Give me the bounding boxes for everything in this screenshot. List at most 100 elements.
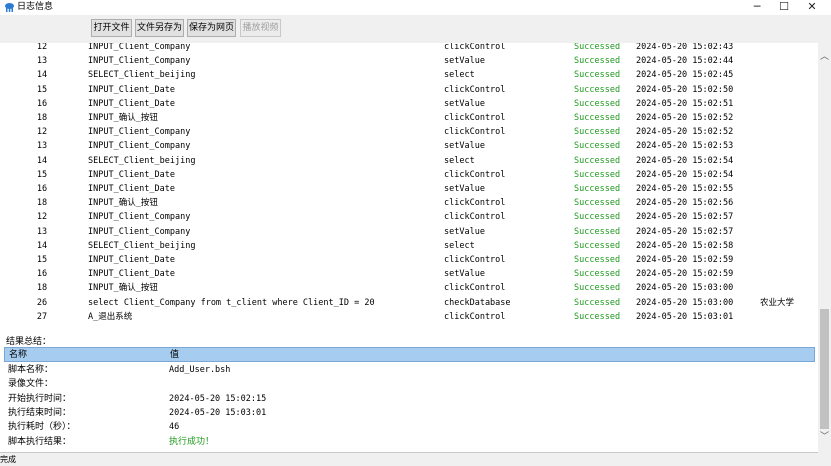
summary-row[interactable]: 脚本名称： Add_User.bsh <box>4 363 815 377</box>
log-row[interactable]: 27 A_退出系统 clickControl Successed 2024-05-20 … <box>0 310 818 324</box>
log-step-id: 13 <box>36 141 48 152</box>
summary-row[interactable]: 录像文件： <box>4 377 815 391</box>
log-action: setValue <box>444 98 485 109</box>
log-row[interactable]: 18 INPUT_确认_按钮 clickControl Successed 2024-0… <box>0 281 818 295</box>
log-action: clickControl <box>444 169 506 180</box>
log-object: INPUT_Client_Company <box>88 212 191 223</box>
log-extra: 农业大学 <box>760 297 795 308</box>
log-step-id: 14 <box>36 70 48 81</box>
log-step-id: 16 <box>36 98 48 109</box>
log-object: INPUT_确认_按钮 <box>88 283 158 294</box>
log-row[interactable]: 16 INPUT_Client_Date setValue Successed 2024… <box>0 182 818 196</box>
log-result: Successed <box>574 84 621 95</box>
log-step-id: 18 <box>36 113 48 123</box>
log-action: clickControl <box>444 311 506 322</box>
log-result: Successed <box>574 255 621 265</box>
log-time: 2024-05-20 15:02:52 <box>636 127 734 138</box>
log-row[interactable]: 14 SELECT_Client_beijing select Successed 20… <box>0 239 818 253</box>
log-action: clickControl <box>444 283 506 294</box>
log-row[interactable]: 15 INPUT_Client_Date clickControl Successed… <box>0 83 818 97</box>
log-step-id: 12 <box>36 127 48 138</box>
log-row[interactable]: 15 INPUT_Client_Date clickControl Successed… <box>0 253 818 267</box>
log-row[interactable]: 12 INPUT_Client_Company clickControl Succes… <box>0 43 818 54</box>
log-row[interactable]: 13 INPUT_Client_Company setValue Successed 2… <box>0 139 818 153</box>
log-object: INPUT_Client_Company <box>88 226 191 237</box>
log-result: Successed <box>574 155 621 166</box>
log-action: clickControl <box>444 84 506 95</box>
log-time: 2024-05-20 15:03:00 <box>636 283 734 294</box>
log-action: clickControl <box>444 43 506 52</box>
log-action: setValue <box>444 141 485 152</box>
log-row[interactable]: 16 INPUT_Client_Date setValue Successed 2024… <box>0 267 818 281</box>
log-row[interactable]: 18 INPUT_确认_按钮 clickControl Successed 2024-0… <box>0 111 818 125</box>
log-result: Successed <box>574 113 621 123</box>
scroll-down-icon[interactable]: ﹀ <box>818 431 831 443</box>
log-row[interactable]: 13 INPUT_Client_Company setValue Successed 2… <box>0 225 818 239</box>
log-row[interactable]: 16 INPUT_Client_Date setValue Successed 2024… <box>0 97 818 111</box>
log-step-id: 18 <box>36 198 48 209</box>
log-object: A_退出系统 <box>88 311 133 322</box>
log-object: SELECT_Client_beijing <box>88 70 196 81</box>
save-file-as-button[interactable]: 文件另存为 <box>135 19 184 37</box>
summary-title: 结果总结： <box>6 337 52 347</box>
log-object: INPUT_Client_Date <box>88 269 175 280</box>
log-time: 2024-05-20 15:03:01 <box>636 311 734 322</box>
log-result: Successed <box>574 141 621 152</box>
log-step-id: 16 <box>36 269 48 280</box>
log-action: setValue <box>444 269 485 280</box>
play-video-button[interactable]: 播放视频 <box>240 19 281 37</box>
log-time: 2024-05-20 15:02:52 <box>636 113 734 123</box>
log-time: 2024-05-20 15:02:50 <box>636 84 734 95</box>
log-result: Successed <box>574 311 621 322</box>
close-button[interactable]: ✕ <box>798 0 826 15</box>
scroll-up-icon[interactable]: ︿ <box>818 51 831 63</box>
summary-row[interactable]: 执行耗时（秒）： 46 <box>4 420 815 434</box>
log-step-id: 12 <box>36 43 48 52</box>
log-action: setValue <box>444 226 485 237</box>
header-name: 名称 <box>9 350 28 360</box>
log-row[interactable]: 14 SELECT_Client_beijing select Successed 20… <box>0 154 818 168</box>
summary-row[interactable]: 脚本执行结果： 执行成功！ <box>4 435 815 449</box>
summary-key: 执行耗时（秒）： <box>8 422 76 433</box>
log-action: setValue <box>444 184 485 194</box>
open-file-button[interactable]: 打开文件 <box>91 19 132 37</box>
minimize-button[interactable]: ─ <box>743 0 771 15</box>
scrollbar-thumb[interactable] <box>820 309 829 429</box>
log-result: Successed <box>574 184 621 194</box>
log-object: select Client_Company from t_client wher… <box>88 297 375 308</box>
log-time: 2024-05-20 15:02:53 <box>636 141 734 152</box>
log-row[interactable]: 12 INPUT_Client_Company clickControl Succes… <box>0 210 818 224</box>
summary-row[interactable]: 执行结束时间： 2024-05-20 15:03:01 <box>4 406 815 420</box>
log-action: setValue <box>444 56 485 67</box>
log-action: clickControl <box>444 255 506 265</box>
log-action: checkDatabase <box>444 297 511 308</box>
log-action: clickControl <box>444 127 506 138</box>
log-row[interactable]: 14 SELECT_Client_beijing select Successed 20… <box>0 68 818 82</box>
log-time: 2024-05-20 15:03:00 <box>636 297 734 308</box>
summary-row[interactable]: 开始执行时间： 2024-05-20 15:02:15 <box>4 392 815 406</box>
log-time: 2024-05-20 15:02:54 <box>636 169 734 180</box>
log-object: INPUT_Client_Company <box>88 43 191 52</box>
log-result: Successed <box>574 98 621 109</box>
log-row[interactable]: 15 INPUT_Client_Date clickControl Successed… <box>0 168 818 182</box>
log-action: clickControl <box>444 113 506 123</box>
log-row[interactable]: 26 select Client_Company from t_client wh… <box>0 296 818 310</box>
log-row[interactable]: 13 INPUT_Client_Company setValue Successed 2… <box>0 54 818 68</box>
log-object: INPUT_Client_Date <box>88 98 175 109</box>
log-object: INPUT_确认_按钮 <box>88 198 158 209</box>
log-row[interactable]: 12 INPUT_Client_Company clickControl Succes… <box>0 125 818 139</box>
maximize-button[interactable]: ☐ <box>770 0 798 15</box>
vertical-scrollbar[interactable]: ︿ ﹀ <box>818 43 831 453</box>
summary-value: 46 <box>169 422 180 433</box>
log-step-id: 26 <box>36 297 48 308</box>
log-time: 2024-05-20 15:02:59 <box>636 269 734 280</box>
log-object: SELECT_Client_beijing <box>88 240 196 251</box>
save-as-webpage-button[interactable]: 保存为网页 <box>187 19 236 37</box>
log-row[interactable]: 18 INPUT_确认_按钮 clickControl Successed 2024-0… <box>0 196 818 210</box>
log-object: INPUT_Client_Company <box>88 141 191 152</box>
log-result: Successed <box>574 43 621 52</box>
log-time: 2024-05-20 15:02:51 <box>636 98 734 109</box>
log-time: 2024-05-20 15:02:44 <box>636 56 734 67</box>
log-step-id: 13 <box>36 226 48 237</box>
summary-key: 开始执行时间： <box>8 393 72 404</box>
